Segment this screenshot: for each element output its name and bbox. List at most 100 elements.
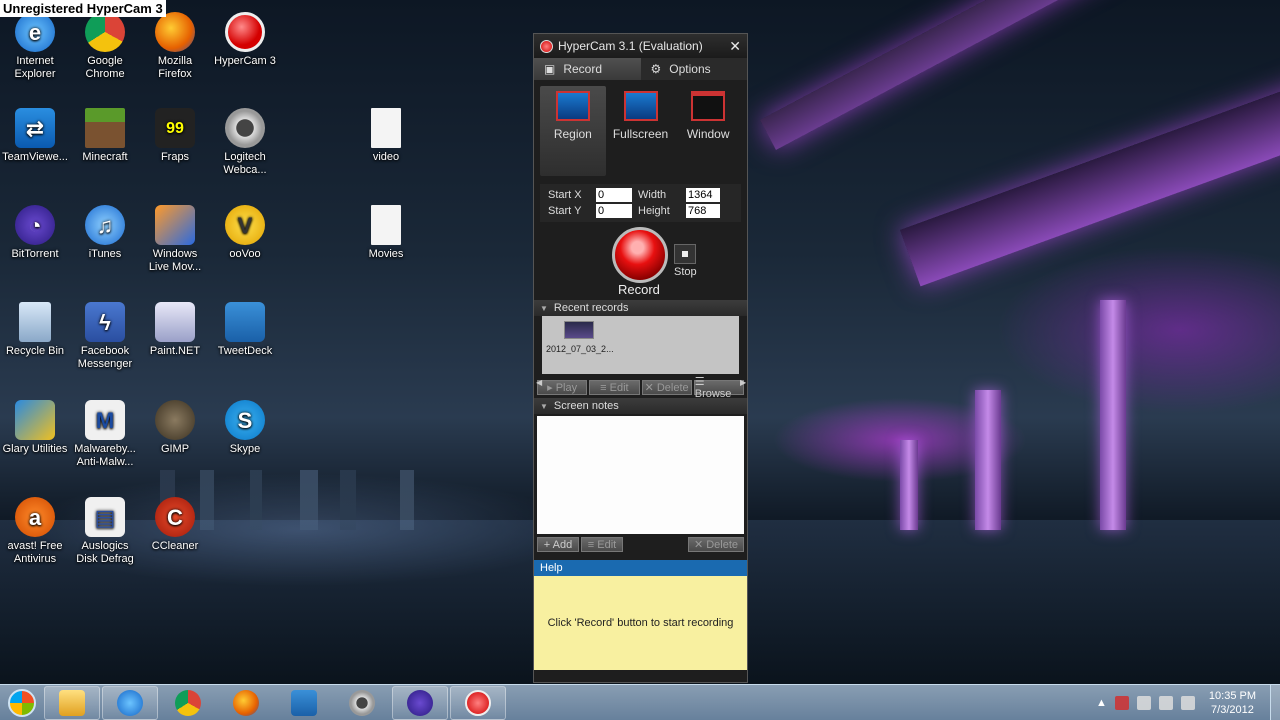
itunes-icon: ♫ — [85, 205, 125, 245]
taskbar-chrome[interactable] — [160, 686, 216, 720]
desktop-icon-facebook-messenger[interactable]: ϟ Facebook Messenger — [70, 302, 140, 371]
network-icon[interactable] — [1158, 695, 1173, 710]
desktop-icon-windows-live-movie-maker[interactable]: Windows Live Mov... — [140, 205, 210, 274]
desktop-icon-glary-utilities[interactable]: Glary Utilities — [0, 400, 70, 456]
desktop-icon-malwarebytes[interactable]: M Malwareby... Anti-Malw... — [70, 400, 140, 469]
avast-icon: a — [15, 497, 55, 537]
taskbar-firefox[interactable] — [218, 686, 274, 720]
mode-label: Window — [686, 127, 730, 141]
desktop-icon-google-chrome[interactable]: Google Chrome — [70, 12, 140, 81]
bridge-pillar — [900, 440, 918, 530]
mode-label: Region — [553, 127, 592, 141]
height-field[interactable]: 768 — [686, 204, 720, 218]
start-y-field[interactable]: 0 — [596, 204, 632, 218]
desktop-icon-movies[interactable]: Movies — [351, 205, 421, 261]
desktop-icon-mozilla-firefox[interactable]: Mozilla Firefox — [140, 12, 210, 81]
recording-thumbnail[interactable] — [564, 321, 594, 339]
browse-button[interactable]: ☰ Browse — [693, 376, 744, 400]
tab-record[interactable]: ▣ Record — [534, 58, 641, 80]
firefox-icon — [155, 12, 195, 52]
icon-label: Recycle Bin — [5, 345, 65, 357]
action-center-icon[interactable] — [1114, 695, 1129, 710]
desktop-icon-avast[interactable]: a avast! Free Antivirus — [0, 497, 70, 566]
screen-notes-list[interactable] — [537, 416, 744, 534]
desktop-icon-teamviewer[interactable]: ⇄ TeamViewe... — [0, 108, 70, 164]
scroll-right-icon[interactable]: ▶ — [740, 378, 746, 387]
file-icon — [371, 108, 401, 148]
show-desktop-button[interactable] — [1270, 684, 1280, 720]
icon-label: ooVoo — [229, 248, 261, 260]
mode-fullscreen-button[interactable]: Fullscreen — [608, 86, 674, 176]
desktop-icon-ccleaner[interactable]: C CCleaner — [140, 497, 210, 553]
add-note-button[interactable]: + Add — [537, 537, 579, 552]
taskbar: ▲ 10:35 PM 7/3/2012 — [0, 684, 1280, 720]
recent-records-header[interactable]: ▼ Recent records — [534, 300, 747, 316]
taskbar-internet-explorer[interactable] — [102, 685, 158, 720]
start-x-field[interactable]: 0 — [596, 188, 632, 202]
hypercam-icon — [465, 689, 491, 716]
desktop-icon-auslogics-disk-defrag[interactable]: ▤ Auslogics Disk Defrag — [70, 497, 140, 566]
device-icon[interactable] — [1136, 695, 1151, 710]
recycle-bin-icon — [19, 302, 51, 342]
delete-note-button[interactable]: ✕ Delete — [688, 537, 744, 552]
desktop-icon-paint-net[interactable]: Paint.NET — [140, 302, 210, 358]
desktop-icon-logitech-webcam[interactable]: Logitech Webca... — [210, 108, 280, 177]
volume-icon[interactable] — [1180, 695, 1195, 710]
start-button[interactable] — [0, 685, 44, 720]
icon-label: video — [372, 151, 400, 163]
recording-filename[interactable]: 2012_07_03_2... — [546, 344, 614, 354]
taskbar-tweetdeck[interactable] — [276, 686, 332, 720]
show-hidden-icons-icon[interactable]: ▲ — [1096, 697, 1107, 709]
desktop-icon-video[interactable]: video — [351, 108, 421, 164]
edit-note-button[interactable]: ≡ Edit — [581, 537, 623, 552]
hypercam-logo-icon — [540, 39, 553, 53]
tab-options[interactable]: ⚙ Options — [640, 58, 747, 80]
delete-record-button[interactable]: ✕ Delete — [641, 380, 692, 395]
start-y-label: Start Y — [548, 205, 582, 217]
stop-label: Stop — [674, 266, 697, 278]
window-titlebar[interactable]: HyperCam 3.1 (Evaluation) ✕ — [534, 34, 747, 58]
section-title: Screen notes — [553, 400, 619, 412]
desktop-icon-tweetdeck[interactable]: TweetDeck — [210, 302, 280, 358]
play-button[interactable]: ▸ Play — [537, 380, 588, 395]
desktop-icon-hypercam[interactable]: HyperCam 3 — [210, 12, 280, 68]
width-field[interactable]: 1364 — [686, 188, 720, 202]
tab-label: Options — [669, 62, 711, 76]
icon-label: Anti-Malw... — [76, 456, 134, 468]
desktop-icon-skype[interactable]: S Skype — [210, 400, 280, 456]
screen-notes-header[interactable]: ▼ Screen notes — [534, 398, 747, 414]
mode-region-button[interactable]: Region — [540, 86, 606, 176]
icon-label: Fraps — [160, 151, 190, 163]
desktop-icon-minecraft[interactable]: Minecraft — [70, 108, 140, 164]
region-icon — [555, 91, 590, 121]
desktop-icon-oovoo[interactable]: V ooVoo — [210, 205, 280, 261]
taskbar-explorer[interactable] — [44, 685, 100, 720]
start-x-label: Start X — [548, 189, 582, 201]
record-button[interactable] — [612, 227, 668, 283]
mode-window-button[interactable]: Window — [675, 86, 741, 176]
taskbar-webcam[interactable] — [334, 686, 390, 720]
desktop-icon-internet-explorer[interactable]: e Internet Explorer — [0, 12, 70, 81]
desktop-icon-itunes[interactable]: ♫ iTunes — [70, 205, 140, 261]
desktop-icon-bittorrent[interactable]: ◔ BitTorrent — [0, 205, 70, 261]
width-label: Width — [638, 189, 667, 201]
messenger-icon: ϟ — [85, 302, 125, 342]
icon-label: TweetDeck — [217, 345, 273, 357]
icon-label: Facebook — [80, 345, 130, 357]
desktop-icon-fraps[interactable]: 99 Fraps — [140, 108, 210, 164]
icon-label: Disk Defrag — [76, 553, 134, 565]
desktop-icon-gimp[interactable]: GIMP — [140, 400, 210, 456]
edit-record-button[interactable]: ≡ Edit — [589, 380, 640, 395]
close-icon[interactable]: ✕ — [729, 38, 741, 55]
capture-mode-selector: Region Fullscreen Window — [534, 80, 747, 176]
clock[interactable]: 10:35 PM 7/3/2012 — [1209, 689, 1256, 717]
recent-records-list: 2012_07_03_2... — [542, 316, 739, 374]
stop-button[interactable] — [674, 244, 696, 264]
desktop-icon-recycle-bin[interactable]: Recycle Bin — [0, 302, 70, 358]
icon-label: Explorer — [14, 68, 56, 80]
scroll-left-icon[interactable]: ◀ — [536, 378, 542, 387]
fraps-icon: 99 — [155, 108, 195, 148]
taskbar-hypercam[interactable] — [450, 685, 506, 720]
taskbar-bittorrent[interactable] — [392, 685, 448, 720]
icon-label: GIMP — [160, 443, 190, 455]
